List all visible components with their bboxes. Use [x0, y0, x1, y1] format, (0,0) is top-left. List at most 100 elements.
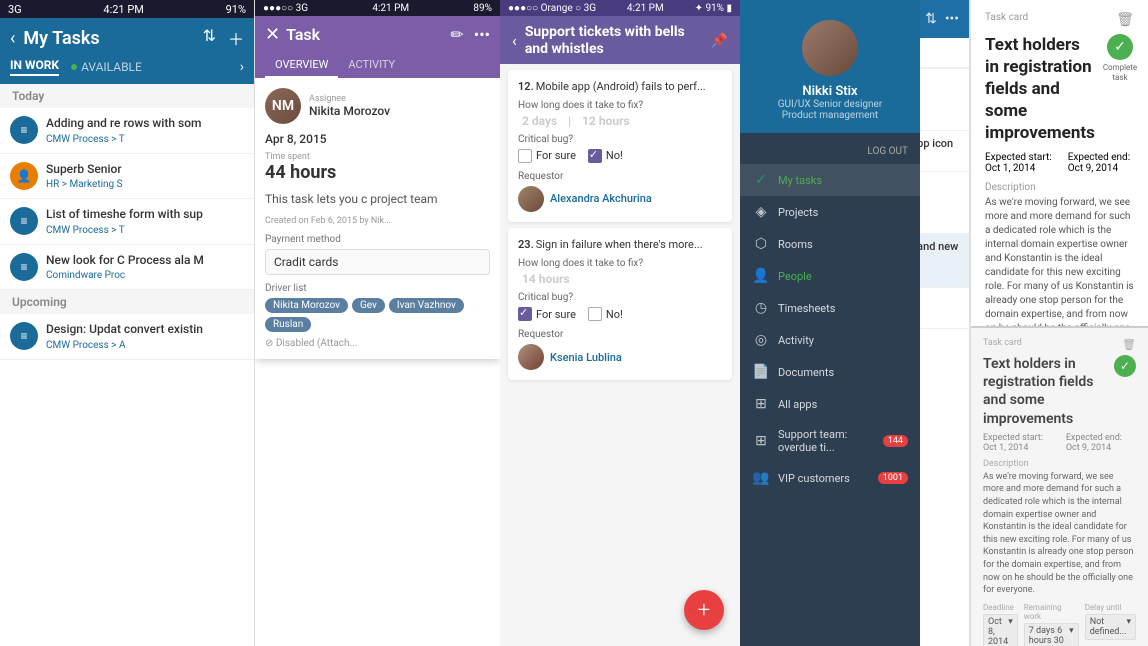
nav-item-vip[interactable]: 👥 VIP customers 1001 — [740, 462, 920, 494]
tab-available[interactable]: AVAILABLE — [71, 60, 142, 74]
network-status: 3G — [8, 3, 22, 16]
checkbox-checked — [518, 307, 532, 321]
checkbox-checked — [588, 149, 602, 163]
edit-icon[interactable]: ✏ — [450, 25, 463, 44]
driver-tag[interactable]: Gev — [352, 298, 385, 313]
ticket-fix-label: How long does it take to fix? — [518, 258, 722, 269]
complete-task-btn[interactable]: ✓ Completetask — [1103, 34, 1137, 82]
requestor-avatar — [518, 186, 544, 212]
nav-item-people[interactable]: 👤 People — [740, 260, 920, 292]
battery: ✦ 91% ▮ — [695, 3, 732, 14]
tc2-delay: Delay until Not defined...▾ — [1085, 603, 1136, 646]
section-today: Today — [0, 84, 254, 108]
forsure-label: For sure — [536, 149, 576, 162]
add-icon[interactable]: ＋ — [228, 26, 244, 50]
taskcard-title: Text holders in registration fields and … — [985, 34, 1095, 144]
list-item[interactable]: ≡ Design: Updat convert existin CMW Proc… — [0, 314, 254, 360]
panel-support: ●●●○○ Orange ○ 3G 4:21 PM ✦ 91% ▮ ‹ Supp… — [500, 0, 740, 646]
nav-item-mytasks[interactable]: ✓ My tasks — [740, 164, 920, 196]
fab-add-button[interactable]: + — [684, 590, 724, 630]
task-sub: CMW Process > T — [46, 225, 244, 236]
nav-label: Support team: overdue ti... — [778, 428, 875, 454]
battery: 91% — [226, 3, 246, 16]
timesheets-icon: ◷ — [752, 300, 770, 316]
driver-tag[interactable]: Ruslan — [265, 317, 311, 332]
nav-item-activity[interactable]: ◎ Activity — [740, 324, 920, 356]
nav-item-rooms[interactable]: ⬡ Rooms — [740, 228, 920, 260]
people-icon: 👤 — [752, 268, 770, 284]
tc2-desc: As we're moving forward, we see more and… — [983, 471, 1136, 597]
filter-icon[interactable]: ⇅ — [925, 11, 937, 27]
list-item[interactable]: ≡ Adding and re rows with som CMW Proces… — [0, 108, 254, 154]
time: 4:21 PM — [627, 3, 664, 14]
more-icon[interactable]: ••• — [945, 11, 959, 27]
nav-label: Timesheets — [778, 302, 908, 315]
nav-item-timesheets[interactable]: ◷ Timesheets — [740, 292, 920, 324]
list-item[interactable]: 👤 Superb Senior HR > Marketing S — [0, 154, 254, 200]
driver-tags: Nikita Morozov Gev Ivan Vazhnov Ruslan — [265, 298, 490, 332]
profile-nav: ✓ My tasks ◈ Projects ⬡ Rooms 👤 People ◷… — [740, 164, 920, 646]
list-item[interactable]: ≡ List of timeshe form with sup CMW Proc… — [0, 199, 254, 245]
more-icon[interactable]: ••• — [474, 25, 490, 44]
tabs-arrow[interactable]: › — [240, 59, 244, 75]
task-title: List of timeshe form with sup — [46, 207, 244, 223]
task-created: Created on Feb 6, 2015 by Nik... — [265, 216, 490, 226]
nav-item-documents[interactable]: 📄 Documents — [740, 356, 920, 388]
back-icon[interactable]: ‹ — [10, 28, 15, 49]
ticket-fix-time: 2 days | 12 hours — [518, 114, 722, 128]
tc2-trash-icon[interactable]: 🗑 — [1122, 338, 1136, 351]
nav-item-projects[interactable]: ◈ Projects — [740, 196, 920, 228]
ticket-item[interactable]: 23. Sign in failure when there's more...… — [508, 228, 732, 380]
profile-name: Nikki Stix — [802, 84, 857, 99]
assignee-info: Assignee Nikita Morozov — [309, 94, 390, 118]
no-checkbox[interactable]: No! — [588, 149, 623, 163]
task-title: Adding and re rows with som — [46, 116, 244, 132]
pin-icon[interactable]: 📌 — [711, 33, 728, 49]
forsure-checkbox[interactable]: For sure — [518, 149, 576, 163]
close-icon[interactable]: ✕ — [265, 24, 280, 45]
nav-item-support[interactable]: ⊞ Support team: overdue ti... 144 — [740, 420, 920, 462]
tc2-delay-val[interactable]: Not defined...▾ — [1085, 614, 1136, 640]
ticket-item[interactable]: 12. Mobile app (Android) fails to perf..… — [508, 70, 732, 222]
tab-overview[interactable]: OVERVIEW — [265, 53, 338, 78]
no-checkbox[interactable]: No! — [588, 307, 623, 321]
back-icon[interactable]: ‹ — [512, 31, 517, 50]
task-desc: This task lets you c project team — [265, 191, 490, 208]
tc2-complete-circle[interactable]: ✓ — [1114, 355, 1136, 377]
clock: 4:21 PM — [103, 3, 143, 16]
statusbar-1: 3G 4:21 PM 91% — [0, 0, 254, 18]
ticket-fix-time: 14 hours — [518, 272, 722, 286]
driver-tag[interactable]: Nikita Morozov — [265, 298, 348, 313]
complete-label: Completetask — [1103, 63, 1137, 82]
tc2-desc-label: Description — [983, 459, 1136, 469]
requestor-name: Alexandra Akchurina — [550, 192, 652, 205]
tab-inwork[interactable]: IN WORK — [10, 58, 59, 76]
time-row: Time spent 44 hours — [265, 152, 490, 183]
task-content: Design: Updat convert existin CMW Proces… — [46, 322, 244, 351]
requestor-row: Alexandra Akchurina — [518, 186, 722, 212]
logout-button[interactable]: LOG OUT — [867, 146, 908, 157]
ticket-title-text: Sign in failure when there's more... — [536, 238, 722, 252]
list-item[interactable]: ≡ New look for C Process ala M Comindwar… — [0, 245, 254, 291]
nav-item-allapps[interactable]: ⊞ All apps — [740, 388, 920, 420]
tc2-deadline-val[interactable]: Oct 8, 2014▾ — [983, 614, 1018, 646]
support-tickets-list: 12. Mobile app (Android) fails to perf..… — [500, 64, 740, 646]
checkbox-empty — [518, 149, 532, 163]
tab-activity[interactable]: ACTIVITY — [338, 53, 405, 78]
payment-field[interactable]: Cradit cards — [265, 249, 490, 275]
requestor-label: Requestor — [518, 171, 722, 182]
task-sub: CMW Process > T — [46, 134, 244, 145]
date-row: Apr 8, 2015 — [265, 132, 490, 146]
ticket-critical-row: For sure No! — [518, 149, 722, 163]
trash-icon[interactable]: 🗑 — [1116, 12, 1134, 28]
task-icon: ≡ — [10, 322, 38, 350]
tc2-remaining-val[interactable]: 7 days 6 hours 30 minutes▾ — [1024, 623, 1079, 646]
assignee-name: Nikita Morozov — [309, 104, 390, 118]
forsure-checkbox[interactable]: For sure — [518, 307, 576, 321]
ticket-num: 23. — [518, 238, 534, 251]
driver-tag[interactable]: Ivan Vazhnov — [389, 298, 464, 313]
sort-icon[interactable]: ⇅ — [203, 26, 216, 50]
panel-task: Adding and re rows with son ●●●○○ 3G 4:2… — [255, 0, 500, 646]
time: 4:21 PM — [372, 3, 409, 14]
ticket-fix-label: How long does it take to fix? — [518, 100, 722, 111]
